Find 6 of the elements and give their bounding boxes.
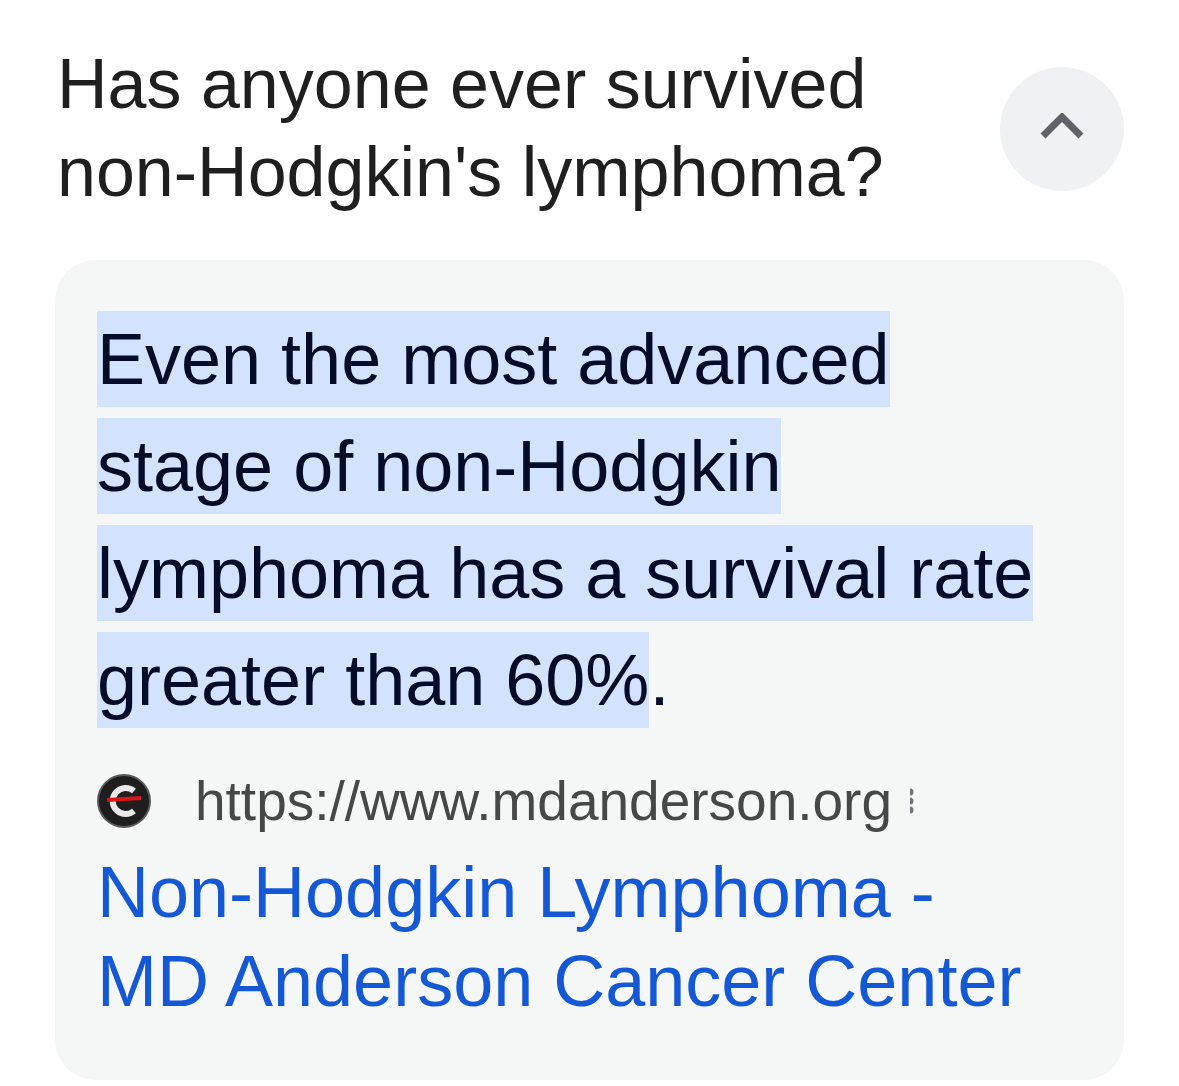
question-heading: Has anyone ever survived non-Hodgkin's lymphoma?: [57, 44, 885, 213]
site-logo-icon: [97, 774, 151, 828]
source-title-link[interactable]: Non-Hodgkin Lymphoma - MD Anderson Cancer Center: [97, 848, 1047, 1026]
source-url: https://www.mdanderson.org: [195, 769, 892, 834]
chevron-up-icon: [1040, 113, 1084, 139]
more-options-icon[interactable]: [910, 788, 915, 814]
